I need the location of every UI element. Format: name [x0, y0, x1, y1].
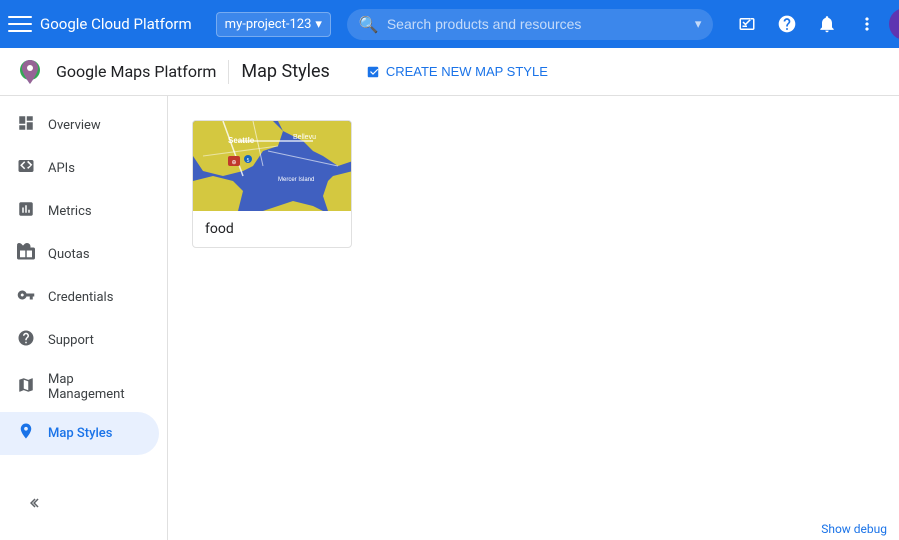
brand-logo — [16, 58, 44, 86]
search-input[interactable] — [387, 16, 687, 32]
sidebar-item-credentials-label: Credentials — [48, 290, 113, 305]
sidebar-item-support-label: Support — [48, 333, 94, 348]
sidebar-item-apis[interactable]: APIs — [0, 147, 159, 190]
sidebar: Overview APIs Metrics Quotas Credentials — [0, 96, 168, 540]
notifications-button[interactable] — [809, 6, 845, 42]
top-bar-actions: A — [729, 6, 899, 42]
sidebar-collapse-button[interactable] — [16, 486, 50, 520]
debug-label: Show debug — [821, 522, 887, 536]
help-button[interactable] — [769, 6, 805, 42]
project-name: my-project-123 — [225, 17, 312, 32]
map-thumbnail: Seattle Bellevu ⊕ Mercer Island 5 — [193, 121, 352, 211]
sidebar-item-metrics[interactable]: Metrics — [0, 190, 159, 233]
svg-text:Mercer Island: Mercer Island — [278, 177, 314, 183]
svg-text:Seattle: Seattle — [228, 136, 255, 145]
support-icon — [16, 329, 36, 352]
metrics-icon — [16, 200, 36, 223]
header-divider — [228, 60, 229, 84]
chevron-down-icon: ▾ — [315, 17, 322, 32]
sidebar-item-map-management-label: Map Management — [48, 372, 143, 402]
top-bar: Google Cloud Platform my-project-123 ▾ 🔍… — [0, 0, 899, 48]
search-icon: 🔍 — [359, 15, 379, 34]
sidebar-item-map-styles[interactable]: Map Styles — [0, 412, 159, 455]
sidebar-item-map-management[interactable]: Map Management — [0, 362, 159, 412]
sidebar-item-map-styles-label: Map Styles — [48, 426, 112, 441]
map-style-card[interactable]: Seattle Bellevu ⊕ Mercer Island 5 food — [192, 120, 352, 248]
quotas-icon — [16, 243, 36, 266]
sidebar-item-quotas[interactable]: Quotas — [0, 233, 159, 276]
cloud-shell-button[interactable] — [729, 6, 765, 42]
main-content: Seattle Bellevu ⊕ Mercer Island 5 food — [168, 96, 899, 540]
sidebar-item-apis-label: APIs — [48, 161, 75, 176]
page-title: Map Styles — [241, 61, 329, 82]
apis-icon — [16, 157, 36, 180]
more-options-button[interactable] — [849, 6, 885, 42]
map-image: Seattle Bellevu ⊕ Mercer Island 5 — [193, 121, 352, 211]
sidebar-item-metrics-label: Metrics — [48, 204, 92, 219]
app-title: Google Cloud Platform — [40, 15, 192, 33]
search-bar: 🔍 ▾ — [347, 9, 713, 40]
brand-name: Google Maps Platform — [56, 62, 216, 81]
credentials-icon — [16, 286, 36, 309]
sidebar-item-support[interactable]: Support — [0, 319, 159, 362]
map-styles-icon — [16, 422, 36, 445]
map-style-label: food — [193, 211, 351, 247]
overview-icon — [16, 114, 36, 137]
hamburger-menu[interactable] — [8, 12, 32, 36]
layout: Overview APIs Metrics Quotas Credentials — [0, 96, 899, 540]
search-dropdown-icon[interactable]: ▾ — [695, 17, 702, 32]
sidebar-item-overview[interactable]: Overview — [0, 104, 159, 147]
project-selector[interactable]: my-project-123 ▾ — [216, 12, 331, 37]
sidebar-item-credentials[interactable]: Credentials — [0, 276, 159, 319]
map-management-icon — [16, 376, 36, 399]
create-btn-label: CREATE NEW MAP STYLE — [386, 64, 548, 79]
svg-text:Bellevu: Bellevu — [293, 134, 316, 141]
map-styles-grid: Seattle Bellevu ⊕ Mercer Island 5 food — [192, 120, 875, 248]
create-new-map-style-button[interactable]: CREATE NEW MAP STYLE — [358, 58, 556, 85]
debug-bar[interactable]: Show debug — [809, 518, 899, 540]
sidebar-item-quotas-label: Quotas — [48, 247, 90, 262]
svg-text:⊕: ⊕ — [231, 160, 236, 166]
sidebar-item-overview-label: Overview — [48, 118, 101, 133]
sub-header: Google Maps Platform Map Styles CREATE N… — [0, 48, 899, 96]
user-avatar[interactable]: A — [889, 8, 899, 40]
sidebar-collapse-area — [0, 478, 66, 528]
svg-text:5: 5 — [247, 158, 250, 164]
